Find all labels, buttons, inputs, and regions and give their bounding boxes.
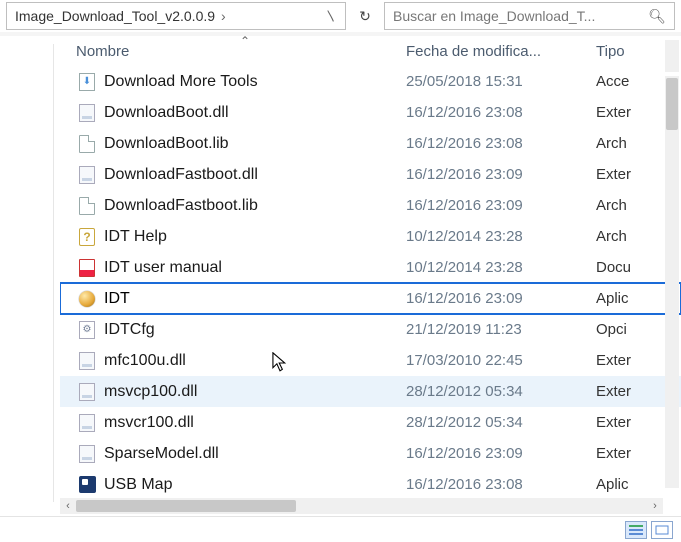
file-date: 16/12/2016 23:08 [406,476,596,493]
search-icon[interactable]: 🔍︎ [648,8,666,25]
view-large-icons-button[interactable] [651,521,673,539]
file-date: 16/12/2016 23:09 [406,445,596,462]
status-bar [0,516,681,542]
file-row[interactable]: mfc100u.dll17/03/2010 22:45Exter [60,345,681,376]
dll-icon [76,445,98,463]
file-row[interactable]: DownloadFastboot.dll16/12/2016 23:09Exte… [60,159,681,190]
file-name: DownloadBoot.lib [98,135,406,153]
file-name: DownloadBoot.dll [98,104,406,122]
file-row[interactable]: IDT user manual10/12/2014 23:28Docu [60,252,681,283]
file-name: USB Map [98,476,406,494]
file-name: IDTCfg [98,321,406,339]
horizontal-scroll-thumb[interactable] [76,500,296,512]
cfg-icon [76,321,98,339]
file-name: DownloadFastboot.dll [98,166,406,184]
dll-icon [76,104,98,122]
file-name: SparseModel.dll [98,445,406,463]
column-header-date[interactable]: Fecha de modifica... [406,43,596,60]
scroll-left-icon[interactable]: ‹ [60,498,76,514]
horizontal-scroll-track[interactable] [76,499,647,513]
file-row[interactable]: USB Map16/12/2016 23:08Aplic [60,469,681,500]
file-row[interactable]: DownloadBoot.dll16/12/2016 23:08Exter [60,97,681,128]
file-row[interactable]: IDT Help10/12/2014 23:28Arch [60,221,681,252]
explorer-main: ⌃ Nombre Fecha de modifica... Tipo Downl… [0,36,681,516]
vertical-scrollbar[interactable] [665,76,679,488]
file-name: Download More Tools [98,73,406,91]
vertical-scroll-thumb[interactable] [666,78,678,130]
scroll-right-icon[interactable]: › [647,498,663,514]
address-bar-row: Image_Download_Tool_v2.0.0.9 › 〵 ↻ Busca… [0,0,681,32]
address-box[interactable]: Image_Download_Tool_v2.0.0.9 › 〵 [6,2,346,30]
dll-icon [76,166,98,184]
file-icon [76,135,98,153]
file-rows: Download More Tools25/05/2018 15:31AcceD… [60,66,681,500]
search-box[interactable]: Buscar en Image_Download_T... 🔍︎ [384,2,675,30]
file-row[interactable]: DownloadFastboot.lib16/12/2016 23:09Arch [60,190,681,221]
help-icon [76,228,98,246]
tool-icon [76,73,98,91]
column-headers: ⌃ Nombre Fecha de modifica... Tipo [60,36,681,66]
dll-icon [76,383,98,401]
column-header-type[interactable]: Tipo [596,43,681,60]
file-icon [76,197,98,215]
file-name: IDT [98,290,406,308]
file-row[interactable]: IDT16/12/2016 23:09Aplic [60,283,681,314]
file-row[interactable]: SparseModel.dll16/12/2016 23:09Exter [60,438,681,469]
file-date: 10/12/2014 23:28 [406,228,596,245]
pane-separator[interactable] [53,44,54,502]
sort-indicator-icon: ⌃ [240,36,250,48]
file-row[interactable]: msvcp100.dll28/12/2012 05:34Exter [60,376,681,407]
file-name: DownloadFastboot.lib [98,197,406,215]
file-date: 16/12/2016 23:08 [406,104,596,121]
file-date: 28/12/2012 05:34 [406,414,596,431]
view-details-button[interactable] [625,521,647,539]
file-date: 17/03/2010 22:45 [406,352,596,369]
horizontal-scrollbar[interactable]: ‹ › [60,498,663,514]
file-date: 16/12/2016 23:08 [406,135,596,152]
dll-icon [76,414,98,432]
file-list-pane: ⌃ Nombre Fecha de modifica... Tipo Downl… [60,36,681,516]
pdf-icon [76,259,98,277]
file-date: 10/12/2014 23:28 [406,259,596,276]
file-row[interactable]: IDTCfg21/12/2019 11:23Opci [60,314,681,345]
refresh-button[interactable]: ↻ [352,3,378,29]
history-dropdown-icon[interactable]: 〵 [325,8,337,25]
file-date: 16/12/2016 23:09 [406,166,596,183]
file-row[interactable]: msvcr100.dll28/12/2012 05:34Exter [60,407,681,438]
breadcrumb-folder: Image_Download_Tool_v2.0.0.9 [15,8,215,24]
search-placeholder: Buscar en Image_Download_T... [393,8,595,24]
file-date: 21/12/2019 11:23 [406,321,596,338]
file-date: 28/12/2012 05:34 [406,383,596,400]
file-date: 25/05/2018 15:31 [406,73,596,90]
file-name: msvcp100.dll [98,383,406,401]
file-name: IDT user manual [98,259,406,277]
file-row[interactable]: DownloadBoot.lib16/12/2016 23:08Arch [60,128,681,159]
dll-icon [76,352,98,370]
exe-icon [76,291,98,307]
file-date: 16/12/2016 23:09 [406,197,596,214]
file-name: msvcr100.dll [98,414,406,432]
nav-pane-collapsed[interactable] [0,36,60,516]
usb-icon [76,476,98,493]
file-name: IDT Help [98,228,406,246]
file-date: 16/12/2016 23:09 [406,290,596,307]
file-row[interactable]: Download More Tools25/05/2018 15:31Acce [60,66,681,97]
breadcrumb-sep: › [221,8,226,24]
file-name: mfc100u.dll [98,352,406,370]
